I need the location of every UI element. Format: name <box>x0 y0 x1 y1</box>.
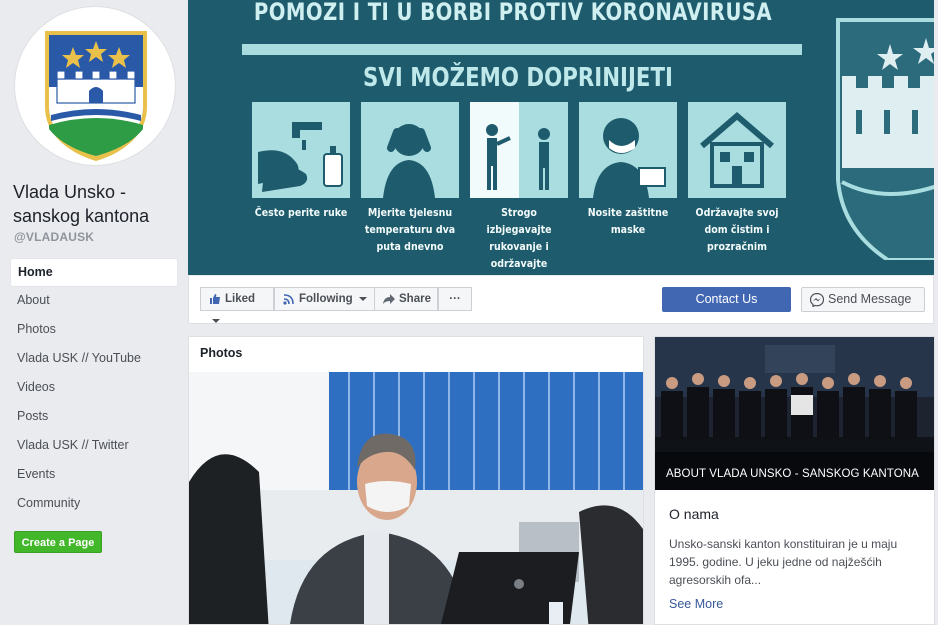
social-distance-icon <box>470 102 568 198</box>
handwash-icon <box>252 102 350 198</box>
coat-of-arms-icon <box>45 31 147 161</box>
create-page-button[interactable]: Create a Page <box>14 531 102 553</box>
nav-item-youtube[interactable]: Vlada USK // YouTube <box>10 345 178 374</box>
about-cover-image[interactable]: ABOUT VLADA UNSKO - SANSKOG KANTONA <box>655 337 934 490</box>
nav-item-home[interactable]: Home <box>10 258 178 287</box>
send-message-button[interactable]: Send Message <box>801 287 925 312</box>
photo-thumbnail[interactable] <box>189 372 643 624</box>
chevron-down-icon <box>212 318 220 323</box>
see-more-link[interactable]: See More <box>669 597 723 611</box>
about-description: Unsko-sanski kanton konstituiran je u ma… <box>669 537 898 587</box>
nav-item-twitter[interactable]: Vlada USK // Twitter <box>10 432 178 461</box>
meeting-photo-image <box>189 372 643 624</box>
share-arrow-icon <box>383 293 395 304</box>
nav-item-photos[interactable]: Photos <box>10 316 178 345</box>
cover-photo[interactable]: POMOZI I TI U BORBI PROTIV KORONAVIRUSA … <box>188 0 934 275</box>
thermometer-person-icon <box>361 102 459 198</box>
nav-item-events[interactable]: Events <box>10 461 178 490</box>
cover-subtitle: SVI MOŽEMO DOPRINIJETI <box>363 63 673 93</box>
contact-us-button[interactable]: Contact Us <box>662 287 791 312</box>
more-options-button[interactable]: ··· <box>438 287 472 311</box>
page-handle[interactable]: @VLADAUSK <box>14 230 94 244</box>
following-label: Following <box>299 293 353 305</box>
about-card: ABOUT VLADA UNSKO - SANSKOG KANTONA O na… <box>654 336 935 625</box>
following-button[interactable]: Following <box>274 287 375 311</box>
share-label: Share <box>399 293 431 305</box>
page-avatar[interactable] <box>14 6 176 166</box>
thumbs-up-icon <box>210 293 220 304</box>
nav-item-about[interactable]: About <box>10 287 178 316</box>
tip-home: Održavajte svoj dom čistim i prozračnim <box>695 206 779 253</box>
liked-button[interactable]: Liked <box>200 287 274 323</box>
cover-title: POMOZI I TI U BORBI PROTIV KORONAVIRUSA <box>253 0 773 26</box>
photos-card: Photos <box>188 336 644 625</box>
tip-distance: Strogo izbjegavajte rukovanje i održavaj… <box>471 206 567 275</box>
page-action-bar: Liked Following Share ··· Contact Us Sen… <box>188 276 934 324</box>
chevron-down-icon <box>358 296 367 301</box>
messenger-icon <box>809 292 825 308</box>
about-image-label: ABOUT VLADA UNSKO - SANSKOG KANTONA <box>666 468 919 480</box>
tip-masks: Nosite zaštitne maske <box>587 206 669 236</box>
left-column: Vlada Unsko - sanskog kantona @VLADAUSK … <box>0 0 186 625</box>
nav-item-community[interactable]: Community <box>10 490 178 519</box>
cover-divider <box>242 44 802 55</box>
rss-icon <box>283 294 294 305</box>
send-message-label: Send Message <box>828 292 912 306</box>
house-icon <box>688 102 786 198</box>
nav-item-videos[interactable]: Videos <box>10 374 178 403</box>
tip-temperature: Mjerite tjelesnu temperaturu dva puta dn… <box>364 206 456 253</box>
tip-handwash: Često perite ruke <box>254 206 348 219</box>
about-heading: O nama <box>669 506 719 522</box>
page-nav: Home About Photos Vlada USK // YouTube V… <box>10 258 178 519</box>
face-mask-icon <box>579 102 677 198</box>
photos-title[interactable]: Photos <box>200 346 242 360</box>
liked-label: Liked <box>225 293 256 305</box>
nav-item-posts[interactable]: Posts <box>10 403 178 432</box>
coat-of-arms-watermark-icon <box>828 10 934 262</box>
page-title[interactable]: Vlada Unsko - sanskog kantona <box>13 180 178 228</box>
share-button[interactable]: Share <box>374 287 438 311</box>
